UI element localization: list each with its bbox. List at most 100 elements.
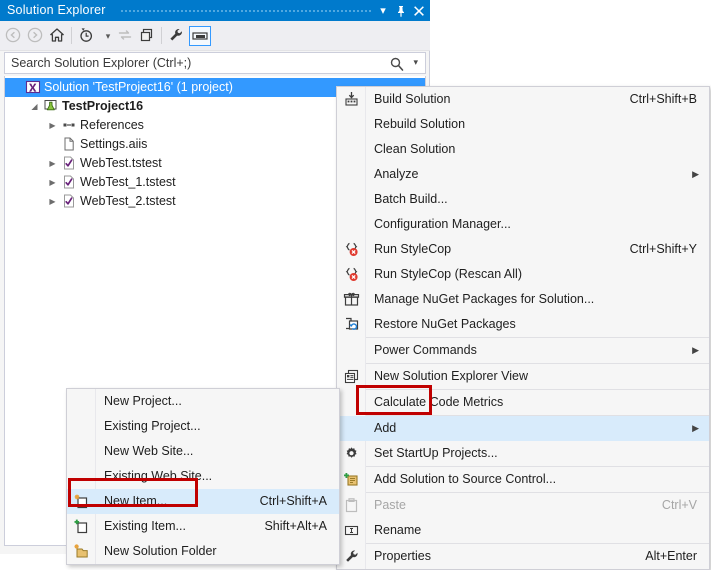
tree-expander-icon[interactable]: ▶ xyxy=(47,192,58,211)
menu-item-label: Power Commands xyxy=(374,343,477,357)
menu-item[interactable]: Power Commands ▶ xyxy=(337,338,709,363)
tree-item-label: WebTest_1.tstest xyxy=(80,175,176,189)
menu-item-label: New Item... xyxy=(104,494,168,508)
sync-with-active-document-icon[interactable] xyxy=(116,26,136,46)
menu-item-label: Rename xyxy=(374,523,422,537)
forward-icon[interactable] xyxy=(26,26,46,46)
menu-item-label: Batch Build... xyxy=(374,192,448,206)
menu-item[interactable]: Existing Item... Shift+Alt+A xyxy=(67,514,339,539)
menu-item[interactable]: Properties Alt+Enter xyxy=(337,544,709,569)
references-icon xyxy=(61,117,77,136)
menu-item[interactable]: Existing Project... xyxy=(67,414,339,439)
menu-item-label: Existing Web Site... xyxy=(104,469,213,483)
menu-item[interactable]: New Item... Ctrl+Shift+A xyxy=(67,489,339,514)
toolbar-separator-2 xyxy=(161,27,162,44)
menu-item-label: Run StyleCop xyxy=(374,242,452,256)
menu-item-shortcut: Ctrl+Shift+A xyxy=(259,494,327,508)
menu-item-label: Add xyxy=(374,421,397,435)
title-grip-dots xyxy=(120,9,372,14)
search-dropdown-icon[interactable]: ▾ xyxy=(413,57,418,68)
solution-explorer-toolbar: ▾ xyxy=(0,21,430,51)
search-input[interactable]: Search Solution Explorer (Ctrl+;) xyxy=(11,56,191,70)
menu-item[interactable]: Restore NuGet Packages xyxy=(337,312,709,337)
tree-item-label: References xyxy=(80,118,144,132)
menu-item[interactable]: Set StartUp Projects... xyxy=(337,441,709,466)
menu-item-label: Configuration Manager... xyxy=(374,217,511,231)
solution-icon xyxy=(25,79,41,98)
tree-expander-icon[interactable]: ▶ xyxy=(47,116,58,135)
submenu-arrow-icon: ▶ xyxy=(692,423,699,433)
panel-title: Solution Explorer xyxy=(7,3,106,17)
menu-item: Paste Ctrl+V xyxy=(337,493,709,518)
menu-item-label: Paste xyxy=(374,498,406,512)
menu-item[interactable]: New Solution Folder xyxy=(67,539,339,564)
solution-context-menu: Build Solution Ctrl+Shift+B Rebuild Soluti… xyxy=(336,86,710,570)
pending-changes-dropdown-icon[interactable]: ▾ xyxy=(98,26,118,46)
menu-item-shortcut: Ctrl+Shift+B xyxy=(629,92,697,106)
toolbar-separator-1 xyxy=(71,27,72,44)
tree-item-label: TestProject16 xyxy=(62,99,144,113)
menu-item-label: Clean Solution xyxy=(374,142,456,156)
stylecop-icon xyxy=(343,266,360,283)
menu-item[interactable]: Analyze ▶ xyxy=(337,162,709,187)
new-view-icon xyxy=(343,368,360,385)
menu-item[interactable]: New Project... xyxy=(67,389,339,414)
menu-item[interactable]: Rebuild Solution xyxy=(337,112,709,137)
search-icon[interactable] xyxy=(389,56,405,72)
close-icon[interactable] xyxy=(411,3,427,19)
tree-item-label: WebTest_2.tstest xyxy=(80,194,176,208)
tree-item-label: WebTest.tstest xyxy=(80,156,162,170)
home-icon[interactable] xyxy=(48,26,68,46)
menu-item-label: Add Solution to Source Control... xyxy=(374,472,557,486)
menu-item-label: Existing Item... xyxy=(104,519,186,533)
tree-item-label: Settings.aiis xyxy=(80,137,148,151)
properties-wrench-icon[interactable] xyxy=(167,26,187,46)
submenu-arrow-icon: ▶ xyxy=(692,169,699,179)
menu-item[interactable]: Batch Build... xyxy=(337,187,709,212)
gear-icon xyxy=(343,445,360,462)
test-icon xyxy=(61,174,77,193)
menu-item-label: New Solution Explorer View xyxy=(374,369,529,383)
menu-item-label: New Web Site... xyxy=(104,444,194,458)
menu-item[interactable]: Calculate Code Metrics xyxy=(337,390,709,415)
menu-item-label: New Project... xyxy=(104,394,182,408)
menu-item[interactable]: Run StyleCop (Rescan All) xyxy=(337,262,709,287)
menu-item-label: Rebuild Solution xyxy=(374,117,466,131)
test-icon xyxy=(61,193,77,212)
new-item-icon xyxy=(73,493,90,510)
menu-item[interactable]: Clean Solution xyxy=(337,137,709,162)
menu-item[interactable]: Rename xyxy=(337,518,709,543)
tree-expander-icon[interactable]: ▶ xyxy=(47,154,58,173)
menu-item-label: Set StartUp Projects... xyxy=(374,446,498,460)
tree-expander-icon[interactable]: ▶ xyxy=(47,173,58,192)
menu-item[interactable]: New Solution Explorer View xyxy=(337,364,709,389)
pin-icon[interactable] xyxy=(393,3,409,19)
existing-item-icon xyxy=(73,518,90,535)
new-folder-icon xyxy=(73,543,90,560)
file-icon xyxy=(61,136,77,155)
menu-item[interactable]: Add ▶ xyxy=(337,416,709,441)
pending-changes-icon[interactable] xyxy=(77,26,97,46)
menu-item-shortcut: Shift+Alt+A xyxy=(264,519,327,533)
menu-item[interactable]: Add Solution to Source Control... xyxy=(337,467,709,492)
menu-item-label: Calculate Code Metrics xyxy=(374,395,504,409)
menu-item[interactable]: Configuration Manager... xyxy=(337,212,709,237)
panel-menu-button[interactable]: ▾ xyxy=(375,3,391,19)
menu-item[interactable]: Manage NuGet Packages for Solution... xyxy=(337,287,709,312)
menu-item[interactable]: Build Solution Ctrl+Shift+B xyxy=(337,87,709,112)
tree-expander-icon[interactable]: ◢ xyxy=(29,97,40,116)
search-box[interactable]: Search Solution Explorer (Ctrl+;) ▾ xyxy=(4,52,426,74)
menu-item[interactable]: Run StyleCop Ctrl+Shift+Y xyxy=(337,237,709,262)
show-all-files-icon[interactable] xyxy=(138,26,158,46)
menu-item-label: Manage NuGet Packages for Solution... xyxy=(374,292,595,306)
menu-item-shortcut: Ctrl+Shift+Y xyxy=(629,242,697,256)
preview-selected-items-icon[interactable] xyxy=(189,26,211,46)
properties-icon xyxy=(343,548,360,565)
back-icon[interactable] xyxy=(4,26,24,46)
menu-item-label: Restore NuGet Packages xyxy=(374,317,516,331)
menu-item[interactable]: Existing Web Site... xyxy=(67,464,339,489)
nuget-icon xyxy=(343,291,360,308)
menu-item-label: Run StyleCop (Rescan All) xyxy=(374,267,522,281)
menu-item[interactable]: New Web Site... xyxy=(67,439,339,464)
add-submenu: New Project... Existing Project... New Web… xyxy=(66,388,340,565)
